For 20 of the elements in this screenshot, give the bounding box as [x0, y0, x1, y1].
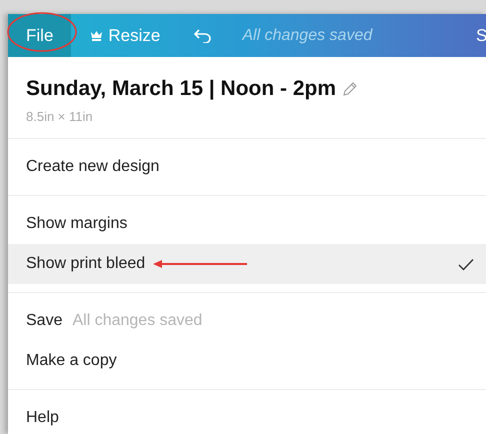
menu-item-label: Help	[26, 408, 59, 428]
menu-item-label: Create new design	[26, 157, 160, 177]
menu-item[interactable]: Show print bleed	[8, 244, 486, 284]
undo-icon[interactable]	[194, 28, 212, 42]
file-button[interactable]: File	[8, 14, 72, 57]
menu-item-label: Save	[26, 311, 62, 331]
menu-item-note: All changes saved	[72, 311, 202, 331]
menu-item[interactable]: Create new design	[8, 147, 486, 187]
design-title[interactable]: Sunday, March 15 | Noon - 2pm	[26, 73, 336, 104]
design-size: 8.5in × 11in	[26, 108, 94, 126]
menu-item[interactable]: Make a copy	[8, 341, 486, 381]
menu-item[interactable]: Save All changes saved	[8, 301, 486, 341]
save-status: All changes saved	[242, 26, 372, 46]
menu-item-label: Show margins	[26, 214, 128, 234]
crown-icon	[91, 30, 102, 40]
pencil-icon[interactable]	[342, 80, 358, 97]
menu-item-label: Show print bleed	[26, 254, 146, 274]
menu-item[interactable]: Help	[8, 398, 486, 434]
menu-item-label: Make a copy	[26, 351, 117, 371]
menu-item[interactable]: Show margins	[8, 204, 486, 244]
